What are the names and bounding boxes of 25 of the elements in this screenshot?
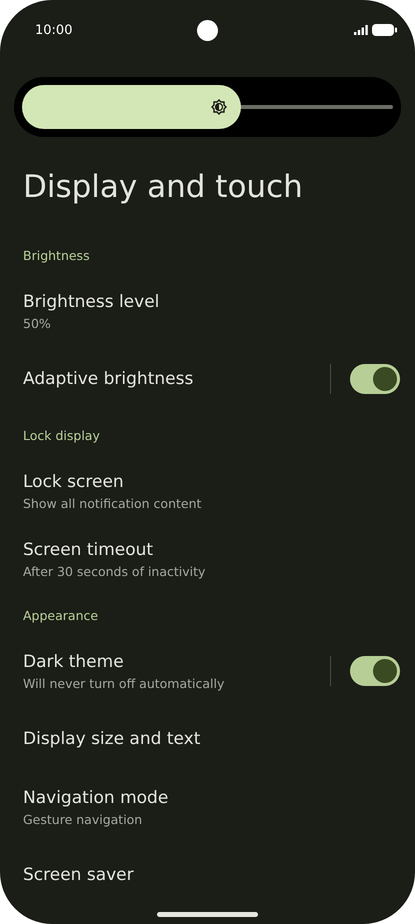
setting-title[interactable]: Navigation mode: [23, 788, 400, 808]
setting-title[interactable]: Adaptive brightness: [23, 369, 330, 389]
battery-icon: [372, 24, 397, 36]
setting-title[interactable]: Brightness level: [23, 292, 400, 312]
page-title: Display and touch: [22, 168, 304, 207]
setting-title[interactable]: Screen saver: [23, 865, 400, 885]
setting-summary: After 30 seconds of inactivity: [23, 564, 206, 578]
setting-summary: 50%: [23, 316, 52, 330]
section-header: Brightness: [22, 246, 91, 265]
setting-summary: Will never turn off automatically: [23, 676, 226, 690]
brightness-slider[interactable]: [22, 85, 393, 129]
setting-title[interactable]: Display size and text: [23, 729, 400, 749]
setting-title[interactable]: Dark theme: [23, 652, 330, 672]
toggle-switch[interactable]: [350, 656, 400, 686]
setting-summary: Gesture navigation: [23, 812, 144, 826]
setting-title[interactable]: Lock screen: [23, 472, 400, 492]
section-header: Lock display: [22, 426, 101, 445]
brightness-icon: [210, 99, 227, 115]
setting-summary: Show all notification content: [23, 496, 202, 510]
section-header: Appearance: [22, 606, 100, 625]
toggle-switch[interactable]: [350, 364, 400, 394]
setting-title[interactable]: Screen timeout: [23, 540, 400, 560]
status-time: 10:00: [35, 22, 72, 38]
signal-icon: [354, 25, 368, 35]
camera-hole: [197, 20, 218, 41]
